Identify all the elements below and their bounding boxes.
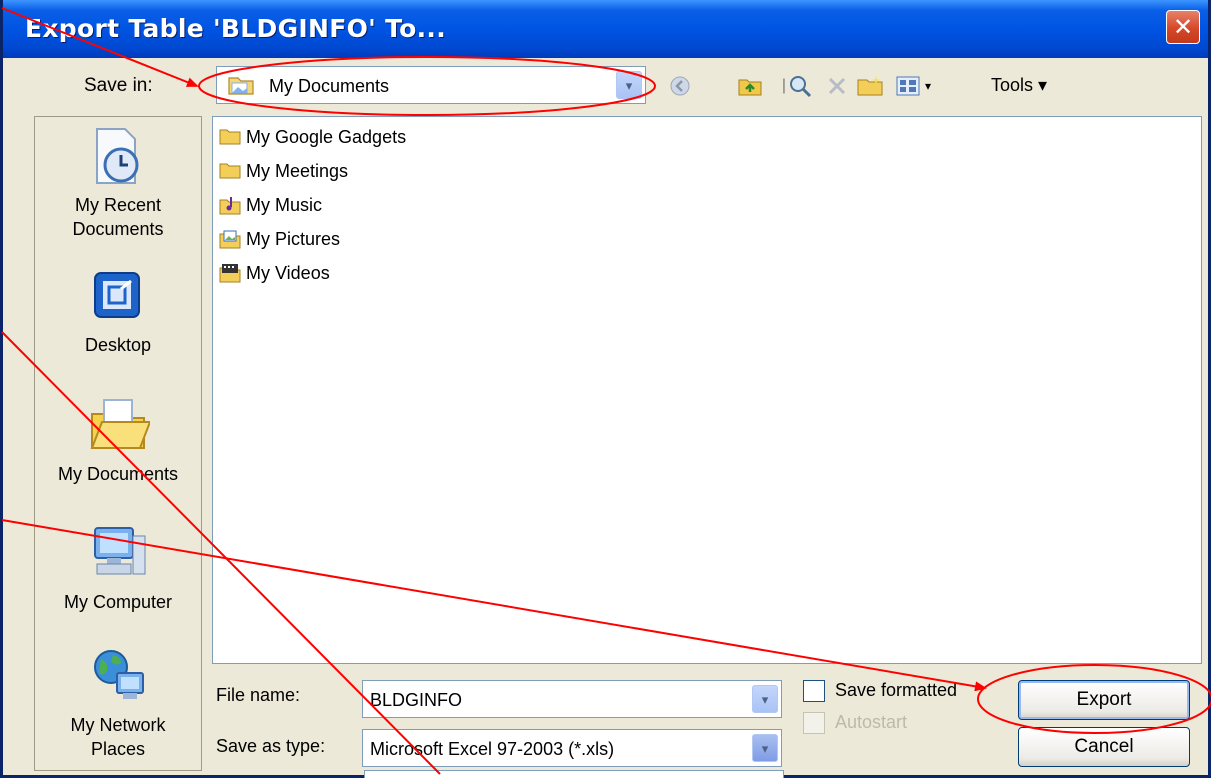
tools-menu-button[interactable]: Tools ▾ (991, 75, 1047, 96)
export-dialog: Export Table 'BLDGINFO' To... ✕ Save in:… (0, 0, 1211, 778)
cancel-button[interactable]: Cancel (1018, 727, 1190, 767)
pictures-folder-icon (219, 230, 241, 249)
place-label: My Documents (57, 464, 179, 484)
place-label: Desktop (84, 335, 152, 355)
my-documents-icon (90, 399, 150, 449)
save-as-type-value: Microsoft Excel 97-2003 (*.xls) (370, 739, 615, 759)
place-desktop[interactable]: Desktop (35, 267, 201, 357)
views-dropdown-arrow-icon[interactable]: ▾ (919, 70, 937, 102)
save-as-type-dropdown[interactable]: Microsoft Excel 97-2003 (*.xls) ▾ (362, 729, 782, 767)
recent-documents-icon (96, 128, 139, 184)
place-my-computer[interactable]: My Computer (35, 522, 201, 614)
file-name-label: File name: (216, 685, 301, 705)
type-dropdown-list[interactable] (364, 770, 784, 778)
up-folder-icon[interactable] (735, 70, 765, 102)
place-my-network-places[interactable]: My Network Places (35, 645, 201, 761)
my-computer-icon (94, 527, 146, 575)
place-my-recent-documents[interactable]: My Recent Documents (35, 125, 201, 241)
autostart-checkbox[interactable] (803, 712, 825, 734)
my-documents-small-icon (228, 77, 254, 95)
save-as-type-label: Save as type: (216, 736, 326, 756)
export-button[interactable]: Export (1018, 680, 1190, 720)
places-bar: My Recent Documents Desktop My Documents (34, 116, 202, 771)
folder-icon (219, 129, 241, 145)
new-folder-icon[interactable] (855, 70, 885, 102)
desktop-icon (94, 272, 140, 318)
save-formatted-checkbox[interactable] (803, 680, 825, 702)
chevron-down-icon[interactable]: ▾ (752, 734, 778, 762)
file-name: My Videos (246, 263, 330, 283)
chevron-down-icon[interactable]: ▾ (752, 685, 778, 713)
place-label: Places (90, 739, 146, 759)
save-formatted-label: Save formatted (835, 680, 958, 700)
place-label: My Computer (63, 592, 173, 612)
file-name: My Music (246, 195, 322, 215)
folder-icon (219, 163, 241, 179)
save-in-label: Save in: (84, 75, 153, 96)
file-name: My Meetings (246, 161, 349, 181)
delete-icon[interactable] (822, 70, 852, 102)
place-label: My Network (70, 715, 166, 735)
close-button[interactable]: ✕ (1166, 10, 1200, 44)
file-name-value: BLDGINFO (370, 690, 463, 710)
back-icon[interactable] (665, 70, 695, 102)
file-name: My Pictures (246, 229, 341, 249)
save-in-dropdown[interactable]: My Documents ▾ (216, 66, 646, 104)
videos-folder-icon (219, 264, 241, 283)
save-in-value: My Documents (269, 76, 390, 96)
autostart-label: Autostart (835, 712, 908, 732)
music-folder-icon (219, 197, 241, 215)
place-label: Documents (72, 219, 164, 239)
dialog-title: Export Table 'BLDGINFO' To... (25, 14, 447, 43)
place-my-documents[interactable]: My Documents (35, 392, 201, 486)
file-name-field[interactable]: BLDGINFO ▾ (362, 680, 782, 718)
place-label: My Recent (74, 195, 162, 215)
file-name: My Google Gadgets (246, 127, 407, 147)
network-places-icon (94, 650, 144, 699)
title-bar[interactable]: Export Table 'BLDGINFO' To... ✕ (3, 0, 1208, 58)
file-list[interactable]: My Google Gadgets My Meetings My Music M… (212, 116, 1202, 664)
search-web-icon[interactable] (785, 70, 815, 102)
chevron-down-icon[interactable]: ▾ (616, 71, 642, 99)
